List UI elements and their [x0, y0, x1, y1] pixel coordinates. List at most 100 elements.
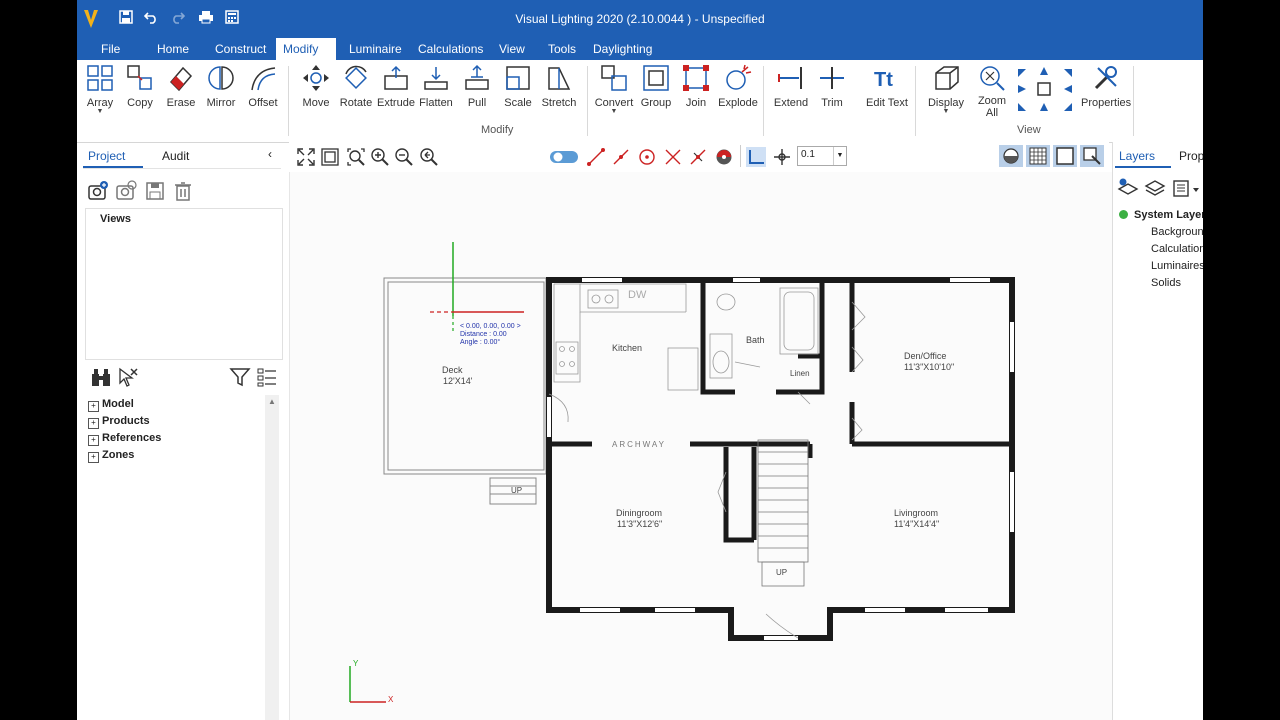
ribbon-separator	[587, 66, 588, 136]
expand-icon[interactable]: +	[88, 418, 99, 429]
layer-visible-icon[interactable]	[1119, 210, 1128, 219]
group-button[interactable]: Group	[634, 62, 678, 122]
flatten-button[interactable]: Flatten	[414, 62, 458, 122]
zoom-extents-icon[interactable]	[296, 147, 316, 167]
snap-perpendicular-icon[interactable]	[688, 147, 708, 167]
offset-button[interactable]: Offset	[241, 62, 285, 122]
layer-label: System Layer	[1134, 209, 1203, 221]
snap-endpoint-icon[interactable]	[586, 147, 606, 167]
snap-center-icon[interactable]	[637, 147, 657, 167]
tree-scrollbar[interactable]: ▲	[265, 395, 279, 720]
menu-file[interactable]: File	[93, 38, 128, 60]
room-label-deck: Deck	[442, 365, 463, 375]
trim-button[interactable]: Trim	[810, 62, 854, 122]
menu-construct[interactable]: Construct	[207, 38, 274, 60]
cursor-distance: Distance : 0.00	[460, 331, 507, 338]
drawing-canvas[interactable]: Deck 12'X14' DW Kitchen Bath Linen Den/O…	[289, 172, 1113, 720]
update-view-icon[interactable]	[115, 180, 137, 202]
snap-intersection-icon[interactable]	[663, 147, 683, 167]
snap-step-select[interactable]: 0.1 ▼	[797, 146, 847, 166]
zoom-all-button[interactable]: Zoom All	[970, 62, 1014, 122]
menu-daylighting[interactable]: Daylighting	[585, 38, 660, 60]
snap-toggle[interactable]	[549, 147, 579, 167]
extrude-button[interactable]: Extrude	[374, 62, 418, 122]
menu-modify[interactable]: Modify	[276, 38, 336, 60]
binoculars-icon[interactable]	[90, 366, 112, 388]
pull-button[interactable]: Pull	[455, 62, 499, 122]
add-view-icon[interactable]	[87, 180, 109, 202]
explode-button[interactable]: Explode	[716, 62, 760, 122]
menu-home[interactable]: Home	[149, 38, 197, 60]
extend-button[interactable]: Extend	[769, 62, 813, 122]
array-button[interactable]: Array ▼	[78, 62, 122, 122]
svg-text:Tt: Tt	[874, 69, 893, 91]
tree-item-products[interactable]: + Products	[88, 415, 150, 429]
views-list[interactable]: Views	[85, 208, 283, 360]
edit-text-button[interactable]: Tt Edit Text	[863, 62, 911, 122]
tab-project[interactable]: Project	[88, 149, 125, 163]
layers-icon[interactable]	[1144, 177, 1166, 199]
shading-mode-icon[interactable]	[999, 145, 1023, 167]
copy-button[interactable]: Copy	[118, 62, 162, 122]
convert-icon	[601, 65, 627, 91]
zoom-out-icon[interactable]	[394, 147, 414, 167]
menu-view[interactable]: View	[491, 38, 533, 60]
room-dim-den: 11'3"X10'10"	[904, 362, 955, 372]
layer-luminaires[interactable]: Luminaires	[1151, 260, 1203, 272]
clear-selection-icon[interactable]	[116, 366, 138, 388]
layer-list-icon[interactable]	[1171, 177, 1201, 199]
rotate-button[interactable]: Rotate	[334, 62, 378, 122]
zoom-in-icon[interactable]	[370, 147, 390, 167]
move-button[interactable]: Move	[294, 62, 338, 122]
properties-button[interactable]: Properties	[1081, 62, 1131, 122]
model-tree[interactable]: + Model + Products + References + Zones	[85, 395, 265, 720]
offset-icon	[251, 67, 276, 91]
convert-button[interactable]: Convert ▼	[592, 62, 636, 122]
save-view-icon[interactable]	[144, 180, 166, 202]
layer-solids[interactable]: Solids	[1151, 277, 1181, 289]
add-layer-icon[interactable]	[1117, 177, 1139, 199]
crosshair-icon[interactable]	[772, 147, 792, 167]
list-options-icon[interactable]	[256, 366, 278, 388]
tree-item-zones[interactable]: + Zones	[88, 449, 134, 463]
snap-object-icon[interactable]	[714, 147, 734, 167]
erase-button[interactable]: Erase	[159, 62, 203, 122]
join-button[interactable]: Join	[674, 62, 718, 122]
grid-toggle-icon[interactable]	[1026, 145, 1050, 167]
chevron-down-icon[interactable]: ▼	[833, 147, 846, 165]
display-button[interactable]: Display ▼	[924, 62, 968, 122]
menu-calculations[interactable]: Calculations	[410, 38, 491, 60]
view-options-icon[interactable]	[1080, 145, 1104, 167]
edit-text-label: Edit Text	[866, 97, 908, 109]
expand-icon[interactable]: +	[88, 435, 99, 446]
frame-toggle-icon[interactable]	[1053, 145, 1077, 167]
expand-icon[interactable]: +	[88, 452, 99, 463]
tab-audit[interactable]: Audit	[162, 149, 189, 163]
extend-icon	[778, 67, 802, 89]
tab-layers[interactable]: Layers	[1119, 149, 1155, 163]
view-direction-pad[interactable]	[1015, 65, 1077, 121]
mirror-button[interactable]: Mirror	[199, 62, 243, 122]
tab-properties[interactable]: Prop	[1179, 149, 1203, 163]
menu-tools[interactable]: Tools	[540, 38, 584, 60]
layer-calculation[interactable]: Calculation	[1151, 243, 1203, 255]
ortho-icon[interactable]	[746, 147, 766, 167]
layers-panel: Layers Prop System Layer Background Calc…	[1112, 142, 1203, 720]
expand-icon[interactable]: +	[88, 401, 99, 412]
tree-item-references[interactable]: + References	[88, 432, 161, 446]
zoom-selection-icon[interactable]	[346, 147, 366, 167]
zoom-window-icon[interactable]	[320, 147, 340, 167]
scale-button[interactable]: Scale	[496, 62, 540, 122]
scroll-up-icon[interactable]: ▲	[268, 397, 276, 406]
filter-icon[interactable]	[229, 366, 251, 388]
menu-luminaire[interactable]: Luminaire	[341, 38, 410, 60]
snap-midpoint-icon[interactable]	[611, 147, 631, 167]
flatten-label: Flatten	[419, 97, 453, 109]
collapse-panel-icon[interactable]: ‹	[268, 147, 272, 161]
zoom-previous-icon[interactable]	[419, 147, 439, 167]
delete-view-icon[interactable]	[172, 180, 194, 202]
tree-item-model[interactable]: + Model	[88, 398, 134, 412]
layer-system[interactable]: System Layer	[1119, 209, 1203, 221]
stretch-button[interactable]: Stretch	[537, 62, 581, 122]
layer-background[interactable]: Background	[1151, 226, 1203, 238]
